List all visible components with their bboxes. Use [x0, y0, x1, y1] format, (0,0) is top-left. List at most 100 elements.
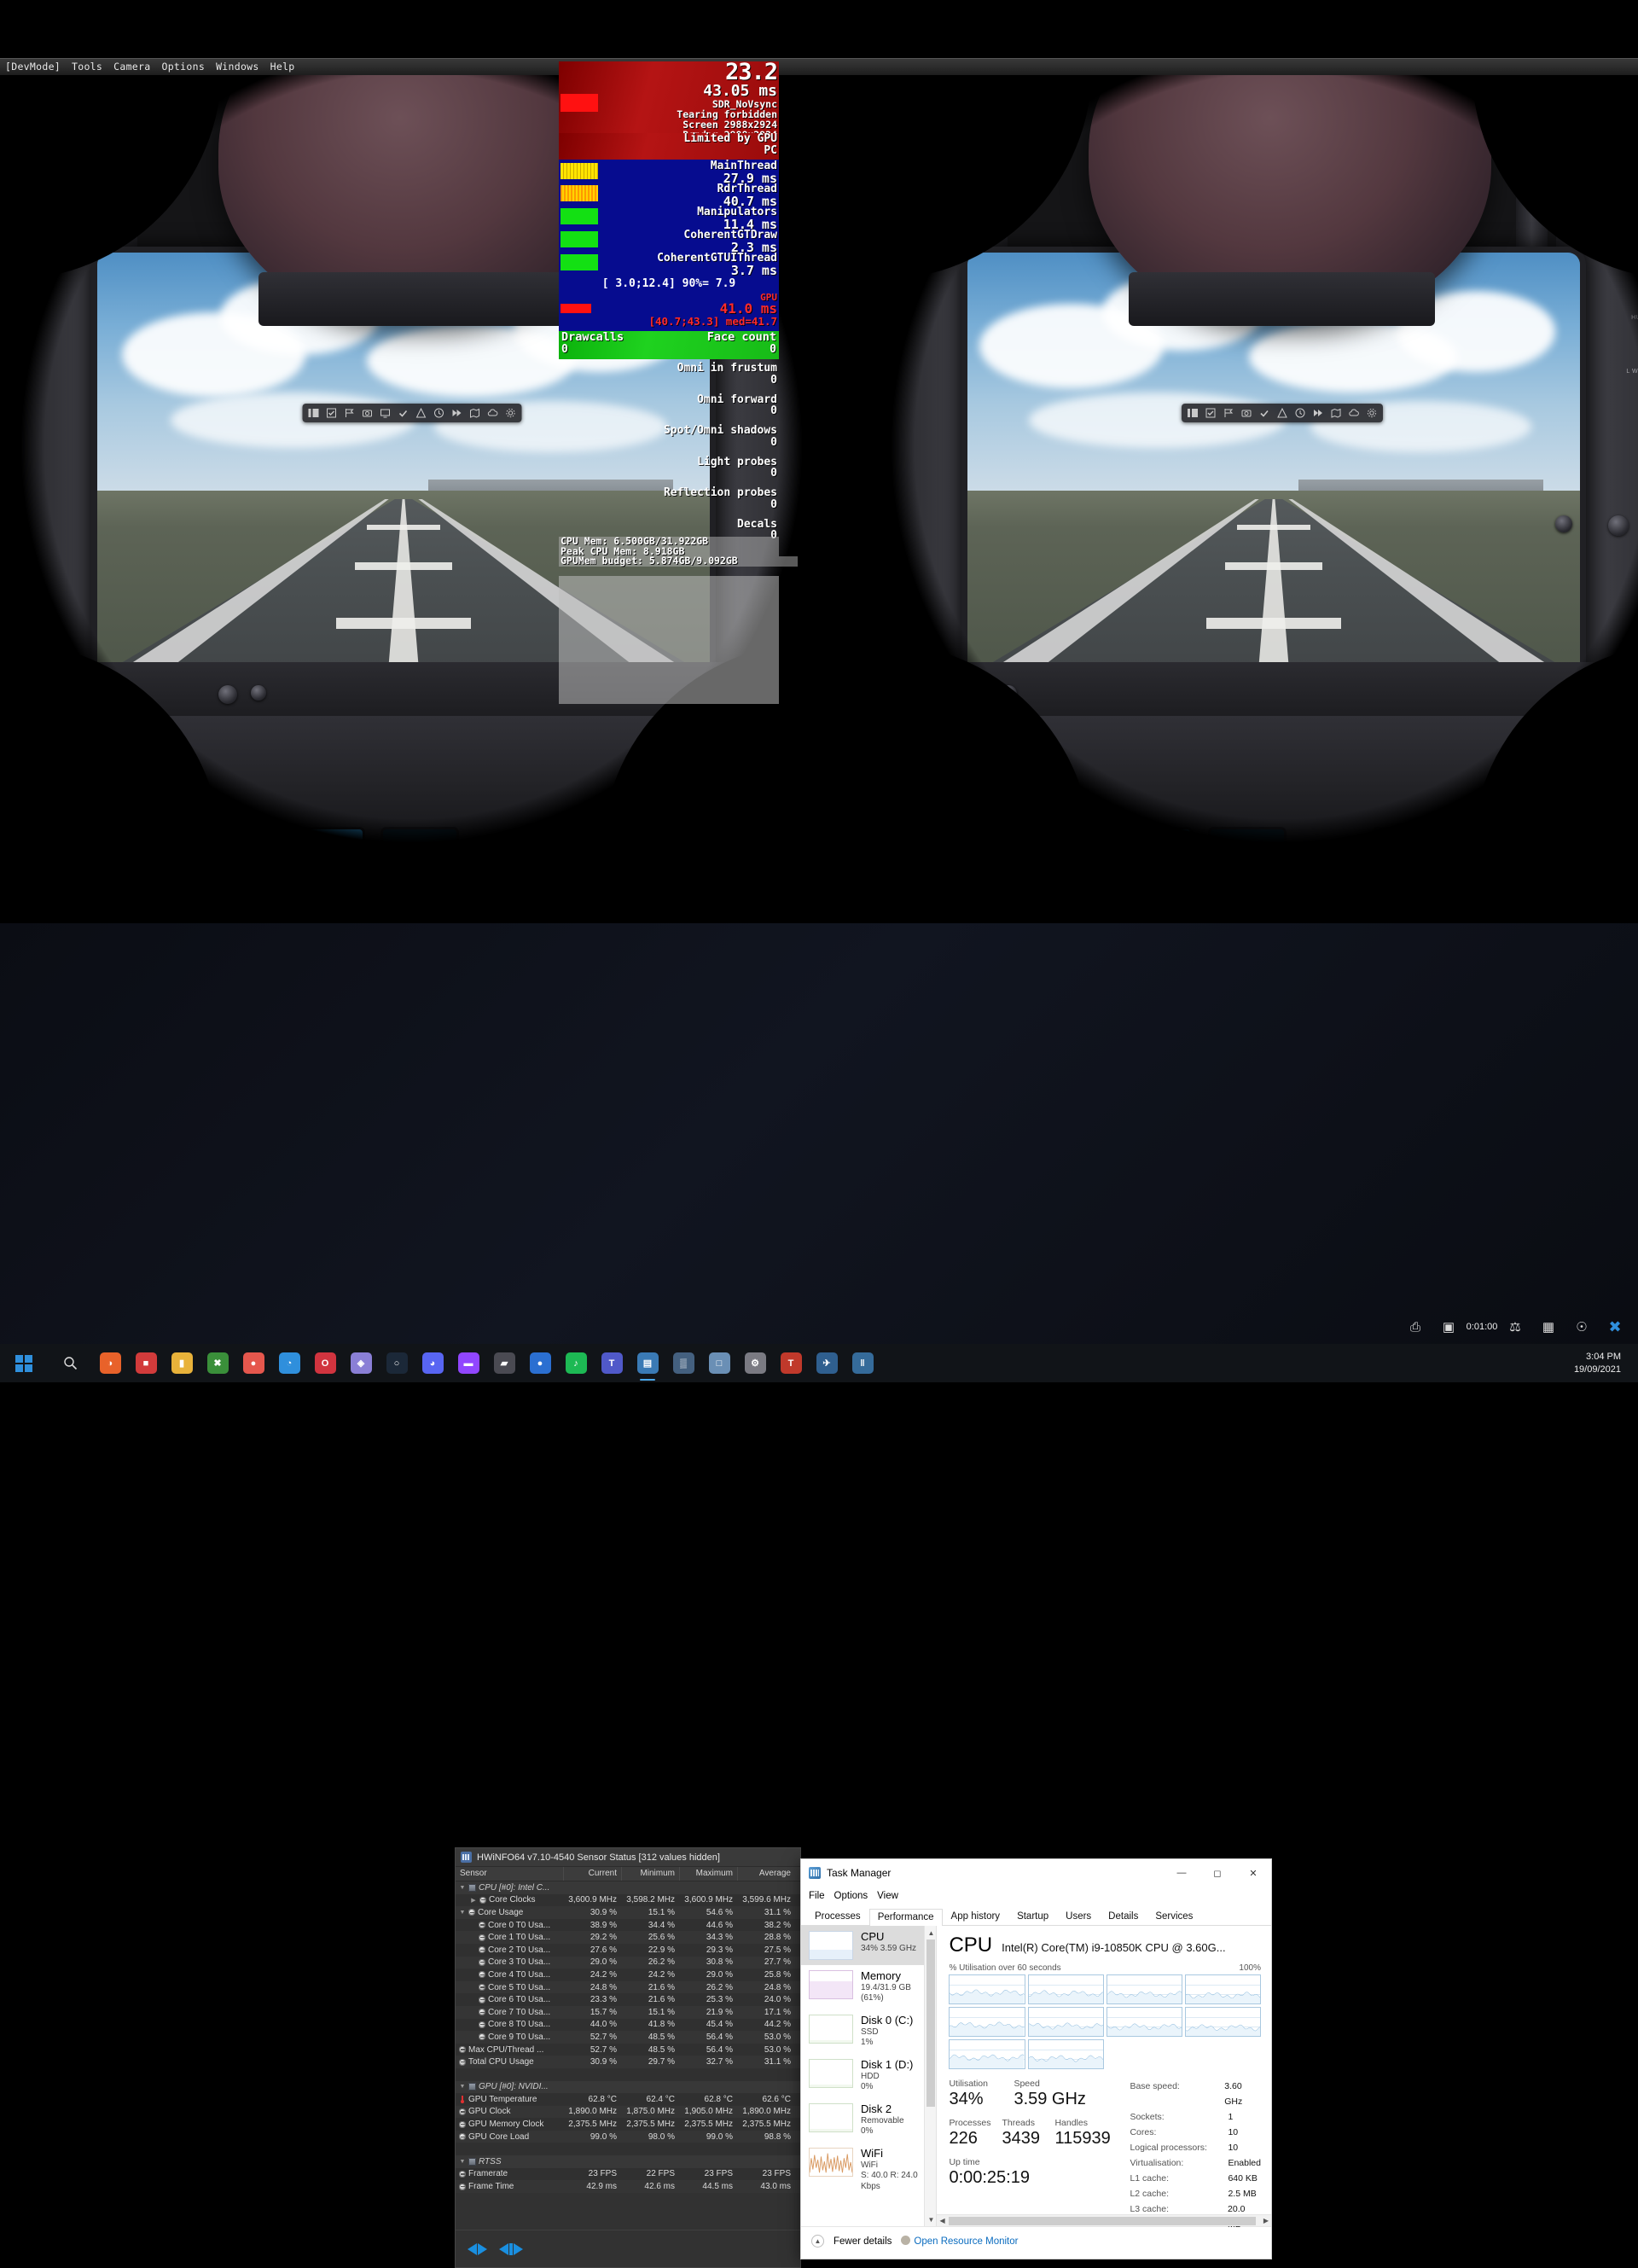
column-header-average[interactable]: Average — [737, 1867, 795, 1881]
sensor-row[interactable]: Core 4 T0 Usa... 24.2 % 24.2 % 29.0 % 25.8 % — [456, 1969, 800, 1981]
menu-help[interactable]: Help — [270, 61, 295, 73]
sensor-row[interactable]: Core 3 T0 Usa... 29.0 % 26.2 % 30.8 % 27.7 % — [456, 1956, 800, 1969]
taskbar-app-spotify[interactable]: ♪ — [558, 1344, 594, 1382]
scrollbar-thumb[interactable] — [926, 1939, 936, 2107]
tab-performance[interactable]: Performance — [868, 1909, 943, 1926]
sensor-group-row[interactable]: ▼ CPU [#0]: Intel C... — [456, 1881, 800, 1894]
maximize-button[interactable]: ◻ — [1199, 1859, 1235, 1887]
task-manager-tabs[interactable]: Processes Performance App history Startu… — [801, 1905, 1271, 1926]
resource-item-cpu[interactable]: CPU 34% 3.59 GHz — [801, 1926, 937, 1965]
sensor-row[interactable]: Core 9 T0 Usa... 52.7 % 48.5 % 56.4 % 53.0 % — [456, 2031, 800, 2044]
tray-overlay-icons[interactable]: ⎙ ▣ 0:01:00 ⚖ ▦ ☉ ✖ — [1403, 1310, 1638, 1344]
chevron-down-icon[interactable]: ▼ — [459, 1910, 466, 1916]
menu-tools[interactable]: Tools — [72, 61, 102, 73]
chevron-right-icon[interactable]: ▶ — [470, 1897, 477, 1904]
sensor-row[interactable]: Core 7 T0 Usa... 15.7 % 15.1 % 21.9 % 17.1 % — [456, 2005, 800, 2019]
tab-details[interactable]: Details — [1100, 1908, 1147, 1925]
warning-icon[interactable] — [415, 407, 426, 418]
resource-item-memory[interactable]: Memory 19.4/31.9 GB (61%) — [801, 1965, 936, 2009]
windows-taskbar[interactable]: ◑ ■ ▮ ✖ ● ◔ O ◈ ○ ◕ ▬ ▰ ● ♪ T ▤ ▒ □ ⚙ T ✈ ‖ 3:04 PM 19/09/202… — [0, 1344, 1638, 1382]
taskbar-app-trello[interactable]: T — [773, 1344, 809, 1382]
sensor-row[interactable]: Total CPU Usage 30.9 % 29.7 % 32.7 % 31.1 % — [456, 2056, 800, 2068]
hwinfo-column-headers[interactable]: Sensor Current Minimum Maximum Average — [456, 1867, 800, 1881]
menu-file[interactable]: File — [809, 1891, 825, 1901]
task-manager-window[interactable]: Task Manager — ◻ ✕ File Options View Pro… — [800, 1858, 1272, 2259]
taskbar-app-hwmonitor[interactable]: ‖ — [845, 1344, 880, 1382]
taskbar-app-photos[interactable]: ◈ — [343, 1344, 379, 1382]
weather-icon[interactable] — [1348, 408, 1359, 418]
sensor-row[interactable]: Core 8 T0 Usa... 44.0 % 41.8 % 45.4 % 44.2 % — [456, 2018, 800, 2032]
minimize-button[interactable]: — — [1164, 1859, 1199, 1887]
taskbar-app-hwinfo[interactable]: ▒ — [665, 1344, 701, 1382]
checklist-icon[interactable] — [1205, 408, 1216, 418]
monitor-icon[interactable]: ▦ — [1536, 1314, 1561, 1340]
panels-icon[interactable] — [1187, 408, 1198, 418]
camera-icon[interactable] — [1241, 408, 1252, 418]
hwinfo-window[interactable]: HWiNFO64 v7.10-4540 Sensor Status [312 v… — [455, 1847, 801, 2268]
sensor-row[interactable]: GPU Clock 1,890.0 MHz 1,875.0 MHz 1,905.0 M… — [456, 2105, 800, 2119]
clock-icon[interactable] — [433, 408, 444, 418]
chevron-down-icon[interactable]: ▼ — [459, 1885, 466, 1891]
taskbar-app-store[interactable]: ■ — [128, 1344, 164, 1382]
taskbar-app-task-manager[interactable]: ▤ — [630, 1344, 665, 1382]
column-header-current[interactable]: Current — [563, 1867, 621, 1881]
close-button[interactable]: ✕ — [1235, 1859, 1271, 1887]
map-icon[interactable] — [469, 408, 479, 418]
camera-icon[interactable]: ☉ — [1569, 1314, 1594, 1340]
menu-windows[interactable]: Windows — [216, 61, 259, 73]
task-manager-titlebar[interactable]: Task Manager — ◻ ✕ — [801, 1859, 1271, 1887]
flag-icon[interactable] — [1223, 408, 1234, 418]
fewer-details-button[interactable]: Fewer details — [834, 2236, 892, 2247]
weather-icon[interactable] — [487, 408, 497, 418]
checklist-icon[interactable] — [326, 408, 336, 418]
column-header-sensor[interactable]: Sensor — [456, 1867, 563, 1881]
taskbar-app-discord[interactable]: ◕ — [415, 1344, 450, 1382]
taskbar-app-tools[interactable]: ⚙ — [737, 1344, 773, 1382]
taskbar-app-explorer[interactable]: ▮ — [164, 1344, 200, 1382]
taskbar-app-edge[interactable]: ◔ — [271, 1344, 307, 1382]
warning-icon[interactable] — [1276, 407, 1287, 418]
hscroll-right-arrow[interactable]: ▶ — [1263, 2217, 1271, 2224]
sensor-row[interactable]: GPU Memory Clock 2,375.5 MHz 2,375.5 MHz 2,… — [456, 2118, 800, 2131]
flag-icon[interactable] — [344, 408, 354, 418]
taskbar-app-xbox[interactable]: ✖ — [200, 1344, 235, 1382]
sensor-row[interactable]: Frame Time 42.9 ms 42.6 ms 44.5 ms 43.0 ms — [456, 2180, 800, 2193]
display-icon[interactable]: ▣ — [1436, 1314, 1461, 1340]
open-resource-monitor-link[interactable]: Open Resource Monitor — [901, 2236, 1018, 2247]
taskbar-clock[interactable]: 3:04 PM 19/09/2021 — [1565, 1351, 1629, 1376]
detail-horizontal-scrollbar[interactable]: ◀ ▶ — [937, 2214, 1271, 2226]
chevron-down-icon[interactable]: ▼ — [459, 2084, 466, 2090]
taskbar-app-teams[interactable]: T — [594, 1344, 630, 1382]
sensor-row[interactable]: Core 0 T0 Usa... 38.9 % 34.4 % 44.6 % 38.2 % — [456, 1918, 800, 1932]
taskbar-tray[interactable]: 3:04 PM 19/09/2021 — [1565, 1344, 1638, 1382]
tab-services[interactable]: Services — [1147, 1908, 1201, 1925]
taskbar-app-oculus[interactable]: ● — [522, 1344, 558, 1382]
hwinfo-titlebar[interactable]: HWiNFO64 v7.10-4540 Sensor Status [312 v… — [456, 1848, 800, 1867]
taskbar-app-steam[interactable]: ○ — [379, 1344, 415, 1382]
hwinfo-next-button[interactable] — [499, 2242, 523, 2255]
sim-toolbar-right[interactable] — [1181, 403, 1383, 422]
devmode-menubar[interactable]: [DevMode] Tools Camera Options Windows H… — [0, 58, 1638, 75]
scroll-down-arrow[interactable]: ▼ — [925, 2213, 936, 2226]
menu-options[interactable]: Options — [834, 1891, 868, 1901]
settings-icon[interactable] — [505, 408, 515, 418]
tab-processes[interactable]: Processes — [806, 1908, 869, 1925]
taskbar-app-firefox[interactable]: ◑ — [92, 1344, 128, 1382]
column-header-minimum[interactable]: Minimum — [621, 1867, 679, 1881]
chevron-up-icon[interactable]: ▲ — [811, 2235, 824, 2248]
checkmark-icon[interactable] — [1259, 408, 1269, 418]
fastforward-icon[interactable] — [451, 408, 462, 418]
resource-item-disk-0-c[interactable]: Disk 0 (C:) SSD 1% — [801, 2009, 936, 2054]
task-manager-menubar[interactable]: File Options View — [801, 1887, 1271, 1905]
taskbar-app-notepad[interactable]: □ — [701, 1344, 737, 1382]
menu-devmode[interactable]: [DevMode] — [5, 61, 61, 73]
chevron-down-icon[interactable]: ▼ — [459, 2159, 466, 2165]
panels-icon[interactable] — [308, 408, 318, 418]
sensor-row[interactable]: Core 2 T0 Usa... 27.6 % 22.9 % 29.3 % 27.5 % — [456, 1943, 800, 1957]
sensor-row[interactable]: Core 5 T0 Usa... 24.8 % 21.6 % 26.2 % 24.8 % — [456, 1980, 800, 1994]
sensor-group-row[interactable]: ▼ GPU [#0]: NVIDI... — [456, 2080, 800, 2094]
sensor-row[interactable]: Core 1 T0 Usa... 29.2 % 25.6 % 34.3 % 28.8 % — [456, 1931, 800, 1944]
menu-view[interactable]: View — [877, 1891, 898, 1901]
search-button[interactable] — [48, 1344, 92, 1382]
sensor-row[interactable]: Core 6 T0 Usa... 23.3 % 21.6 % 25.3 % 24.0 % — [456, 1993, 800, 2006]
